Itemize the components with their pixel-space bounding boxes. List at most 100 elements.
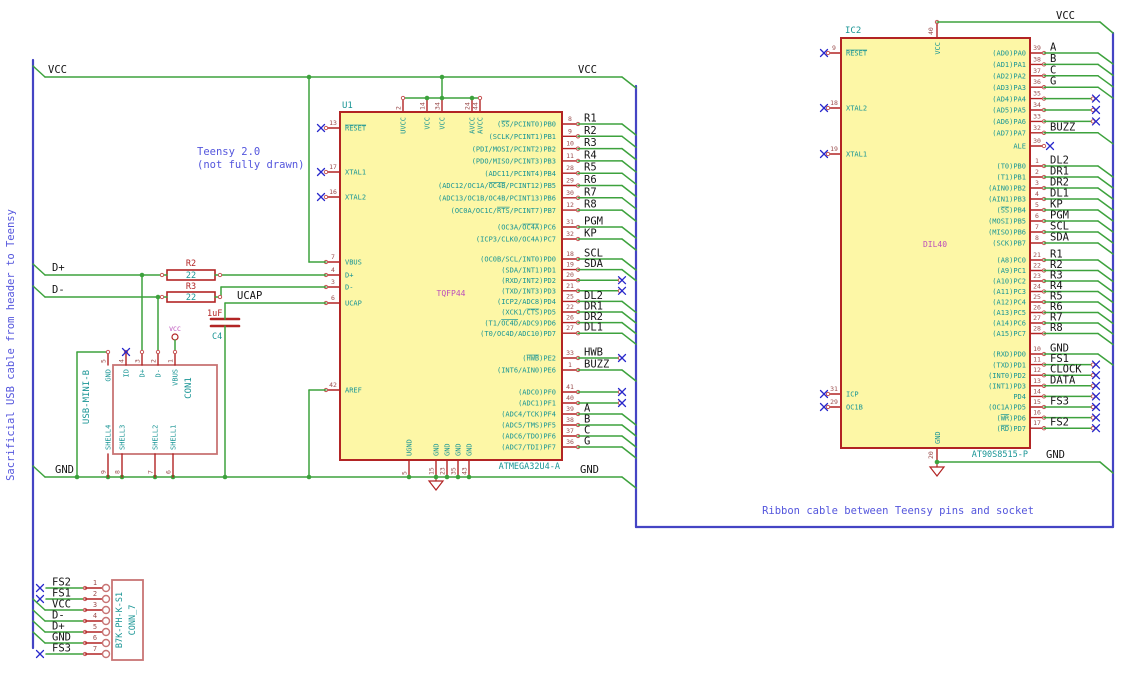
vcc-flag-circle bbox=[171, 333, 179, 341]
vcc-power-flag[interactable] bbox=[171, 333, 179, 353]
pin-number: 38 bbox=[566, 416, 574, 424]
schematic-canvas[interactable]: 8 (SS/PCINT0)PB0 R1 9 (SCLK/PCINT1)PB1 R2 10 (P… bbox=[0, 0, 1131, 690]
r3-ref[interactable]: R3 bbox=[186, 282, 196, 292]
net-label[interactable]: R8 bbox=[1050, 322, 1063, 334]
junction-dot bbox=[424, 95, 430, 101]
connector-pad bbox=[101, 616, 111, 626]
pin-number: 5 bbox=[100, 359, 108, 363]
net-label-gnd-mid[interactable]: GND bbox=[580, 464, 599, 476]
wire bbox=[1097, 322, 1114, 335]
net-label-gnd-left[interactable]: GND bbox=[55, 464, 74, 476]
pin-number: 39 bbox=[566, 405, 574, 413]
net-label[interactable]: R8 bbox=[584, 199, 597, 211]
net-label-gnd-right[interactable]: GND bbox=[1046, 449, 1065, 461]
u1-part: ATMEGA32U4-A bbox=[499, 462, 560, 472]
pin-number: 41 bbox=[566, 383, 574, 391]
pin-end-dot bbox=[1041, 143, 1047, 149]
r2-value[interactable]: 22 bbox=[186, 271, 196, 281]
wire bbox=[1097, 209, 1114, 222]
net-label[interactable]: B bbox=[1050, 53, 1056, 65]
pin-name: GND bbox=[433, 443, 441, 456]
pin-name: (AD5)PA5 bbox=[992, 107, 1026, 115]
pin-number: 9 bbox=[100, 470, 108, 474]
net-label[interactable]: PGM bbox=[584, 216, 603, 228]
pin-number: 2 bbox=[395, 106, 403, 110]
pin-number: 13 bbox=[1033, 377, 1041, 385]
pin-number: 6 bbox=[1035, 212, 1039, 220]
pin-name: (HWB)PE2 bbox=[522, 355, 556, 363]
net-label[interactable]: R3 bbox=[584, 137, 597, 149]
c4-ref[interactable]: C4 bbox=[212, 332, 222, 342]
wire bbox=[621, 135, 637, 149]
pin-name: XTAL1 bbox=[345, 169, 366, 177]
net-label[interactable]: SDA bbox=[584, 258, 604, 270]
net-label[interactable]: G bbox=[1050, 76, 1056, 88]
junction-dot bbox=[469, 95, 475, 101]
net-label[interactable]: BUZZ bbox=[584, 359, 609, 371]
conn7-rows[interactable]: 1FS22FS13VCC4D-5D+6GND7FS3 bbox=[32, 577, 111, 659]
connector-pad bbox=[101, 638, 111, 648]
pin-number: 17 bbox=[329, 163, 337, 171]
net-label[interactable]: HWB bbox=[584, 347, 603, 359]
net-label[interactable]: DL1 bbox=[584, 322, 603, 334]
capacitor-c4-body[interactable] bbox=[209, 317, 241, 328]
net-label[interactable]: FS2 bbox=[1050, 417, 1069, 429]
pin-name: (A13)PC5 bbox=[992, 309, 1026, 317]
net-label-dplus[interactable]: D+ bbox=[52, 262, 65, 274]
pin-number: 1 bbox=[1035, 157, 1039, 165]
pin-number: 7 bbox=[331, 253, 335, 261]
pin-name: (ADC5/TMS)PF5 bbox=[501, 422, 556, 430]
net-label-vcc-mid[interactable]: VCC bbox=[578, 64, 597, 76]
net-label-ucap[interactable]: UCAP bbox=[237, 290, 262, 302]
wire bbox=[621, 184, 637, 198]
pin-name: XTAL2 bbox=[345, 194, 366, 202]
pin-name: (A15)PC7 bbox=[992, 330, 1026, 338]
pin-name: OC1B bbox=[846, 404, 863, 412]
pin-name: (AD6)PA6 bbox=[992, 118, 1026, 126]
u1-ref[interactable]: U1 bbox=[342, 101, 353, 111]
usb-connector-ref[interactable]: CON1 bbox=[184, 377, 194, 399]
pin-name: XTAL1 bbox=[846, 151, 867, 159]
net-label-vcc-right[interactable]: VCC bbox=[1056, 10, 1075, 22]
net-label[interactable]: R7 bbox=[584, 186, 597, 198]
r2-ref[interactable]: R2 bbox=[186, 259, 196, 269]
net-label[interactable]: C bbox=[1050, 64, 1056, 76]
net-label[interactable]: FS3 bbox=[1050, 396, 1069, 408]
net-label-dminus[interactable]: D- bbox=[52, 284, 65, 296]
net-label[interactable]: BUZZ bbox=[1050, 121, 1075, 133]
pin-name: AVCC bbox=[477, 117, 485, 134]
net-label[interactable]: R4 bbox=[584, 149, 597, 161]
wire bbox=[1097, 301, 1114, 314]
pin-number: 4 bbox=[93, 612, 97, 620]
pin-name: (A8)PC0 bbox=[996, 257, 1026, 265]
net-label[interactable]: R5 bbox=[584, 162, 597, 174]
pin-name: GND bbox=[455, 443, 463, 456]
r3-value[interactable]: 22 bbox=[186, 293, 196, 303]
wire bbox=[1097, 290, 1114, 304]
net-label[interactable]: G bbox=[584, 436, 590, 448]
net-label[interactable]: FS3 bbox=[52, 643, 71, 655]
pin-number: 4 bbox=[118, 359, 126, 363]
net-label[interactable]: SDA bbox=[1050, 232, 1070, 244]
c4-value[interactable]: 1uF bbox=[207, 309, 222, 319]
pin-name: (SS/PCINT0)PB0 bbox=[497, 121, 556, 129]
pin-name: (OC0B/SCL/INT0)PD0 bbox=[480, 256, 556, 264]
net-label[interactable]: DATA bbox=[1050, 374, 1076, 386]
pin-name: (MISO)PB6 bbox=[988, 229, 1026, 237]
pin-number: 40 bbox=[566, 394, 574, 402]
net-label[interactable]: R1 bbox=[584, 113, 597, 125]
net-label[interactable]: A bbox=[1050, 42, 1057, 54]
net-label[interactable]: R6 bbox=[584, 174, 597, 186]
pin-name: (AD1)PA1 bbox=[992, 61, 1026, 69]
pin-name: (RXD)PD0 bbox=[992, 351, 1026, 359]
pin-name: AVCC bbox=[469, 117, 477, 134]
pin-number: 31 bbox=[830, 385, 838, 393]
net-label-vcc-left[interactable]: VCC bbox=[48, 64, 67, 76]
net-label[interactable]: R2 bbox=[584, 125, 597, 137]
ic2-ref[interactable]: IC2 bbox=[845, 26, 861, 36]
net-label[interactable]: KP bbox=[584, 228, 597, 240]
pin-number: 5 bbox=[93, 623, 97, 631]
conn7-ref[interactable]: CONN_7 bbox=[128, 605, 138, 636]
usb-connector-pins[interactable]: 5 GND 4 ID 3 D+ 2 D- 1 VBUS 9 SHELL4 8 SHELL3 7 SHELL2 6… bbox=[100, 347, 180, 478]
pin-number: 24 bbox=[464, 102, 472, 110]
